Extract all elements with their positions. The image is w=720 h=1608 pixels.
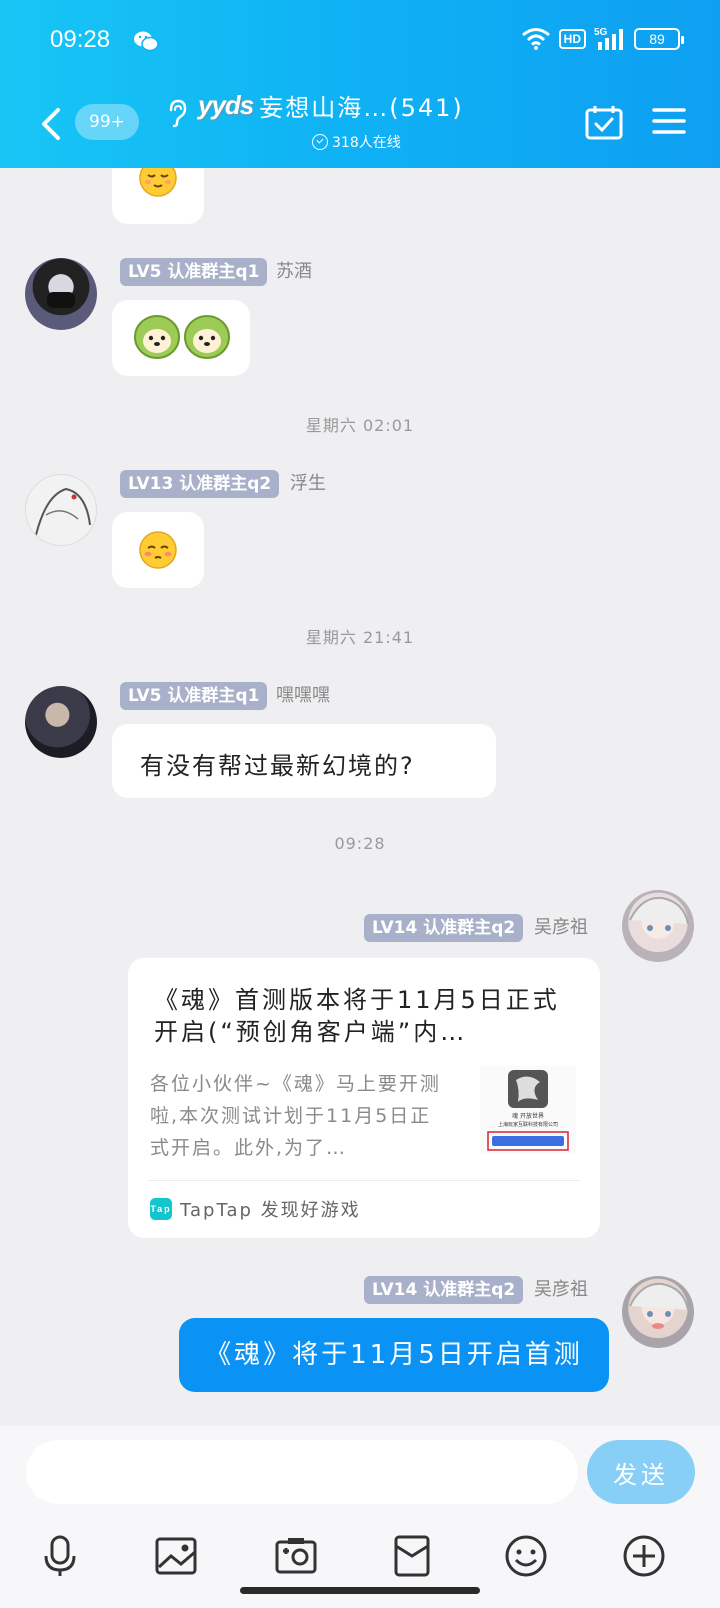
plus-icon[interactable]	[622, 1534, 666, 1578]
level-badge: LV5 认准群主q1	[120, 258, 268, 286]
avatar[interactable]	[25, 686, 97, 758]
card-source: Tap TapTap 发现好游戏	[150, 1196, 361, 1222]
ear-icon[interactable]	[165, 98, 189, 128]
card-divider	[148, 1180, 580, 1181]
back-button[interactable]	[36, 104, 66, 144]
anime-character-icon	[629, 896, 689, 931]
signal-5g-icon: 5G	[594, 27, 623, 50]
cabbage-dog-sticker-icon	[134, 315, 230, 359]
message-bubble[interactable]	[112, 512, 204, 588]
image-icon[interactable]	[154, 1534, 198, 1578]
calendar-button[interactable]	[585, 104, 623, 140]
level-badge: LV13 认准群主q2	[120, 470, 280, 498]
level-badge: LV14 认准群主q2	[364, 1276, 524, 1304]
message-text: 有没有帮过最新幻境的?	[140, 752, 415, 780]
card-source-label: TapTap 发现好游戏	[180, 1200, 361, 1221]
group-title: 妄想山海…(541)	[259, 94, 464, 122]
message-bubble-self[interactable]: 《魂》将于11月5日开启首测	[179, 1318, 609, 1392]
message-input[interactable]	[26, 1440, 578, 1504]
card-thumbnail: 魂 开放世界 上海玩家互联科技有限公司	[480, 1066, 576, 1154]
sender-nickname[interactable]: 吴彦祖	[534, 1276, 588, 1304]
sketch-character-icon	[35, 487, 91, 536]
time-separator: 星期六 21:41	[305, 628, 415, 647]
level-badge: LV5 认准群主q1	[120, 682, 268, 710]
sender-nickname[interactable]: 嘿嘿嘿	[276, 682, 330, 710]
home-indicator[interactable]	[240, 1587, 480, 1594]
hd-badge: HD	[558, 29, 586, 49]
anime-character-icon	[629, 1282, 689, 1329]
svg-text:上海玩家互联科技有限公司: 上海玩家互联科技有限公司	[498, 1121, 558, 1128]
sender-nickname[interactable]: 浮生	[290, 470, 326, 498]
taptap-share-card[interactable]: 《魂》首测版本将于11月5日正式开启(“预创角客户端”内… 各位小伙伴~《魂》马…	[128, 958, 600, 1238]
avatar[interactable]	[25, 474, 97, 546]
card-description: 各位小伙伴~《魂》马上要开测啦,本次测试计划于11月5日正式开启。此外,为了…	[150, 1073, 441, 1159]
shy-emoji-icon	[139, 531, 177, 569]
send-button[interactable]: 发送	[587, 1440, 695, 1504]
sender-nickname[interactable]: 吴彦祖	[534, 914, 588, 942]
avatar[interactable]	[622, 1276, 694, 1348]
emoji-icon[interactable]	[504, 1534, 548, 1578]
message-bubble[interactable]: 有没有帮过最新幻境的?	[112, 724, 496, 798]
unread-count-badge[interactable]: 99+	[75, 104, 139, 140]
red-packet-icon[interactable]	[390, 1534, 434, 1578]
yyds-logo: yyds	[198, 90, 254, 120]
input-panel: 发送	[0, 1426, 720, 1608]
status-icons: HD 5G 89	[521, 26, 684, 52]
level-badge: LV14 认准群主q2	[364, 914, 524, 942]
sleepy-emoji-icon	[139, 168, 177, 197]
status-bar: 09:28 HD 5G 89	[0, 0, 720, 80]
status-time: 09:28	[50, 26, 111, 53]
menu-button[interactable]	[652, 106, 686, 136]
online-count-label: 318人在线	[332, 135, 401, 151]
wifi-icon	[521, 28, 550, 50]
group-title-area[interactable]: yyds 妄想山海…(541)	[198, 88, 528, 123]
online-count: 318人在线	[312, 132, 401, 152]
avatar[interactable]	[25, 258, 97, 330]
avatar[interactable]	[622, 890, 694, 962]
chat-header: 09:28 HD 5G 89 99+ yyds 妄想山海…(541) 318人在…	[0, 0, 720, 168]
battery-indicator: 89	[634, 28, 684, 50]
camera-icon[interactable]	[274, 1534, 318, 1578]
masked-person-icon	[47, 292, 75, 308]
time-separator: 09:28	[334, 834, 386, 853]
online-check-icon	[312, 134, 328, 150]
card-title: 《魂》首测版本将于11月5日正式开启(“预创角客户端”内…	[154, 986, 560, 1046]
svg-text:魂 开放世界: 魂 开放世界	[512, 1112, 544, 1120]
game-logo-icon: 魂 开放世界 上海玩家互联科技有限公司	[487, 1070, 569, 1151]
taptap-logo-icon: Tap	[150, 1198, 172, 1220]
sender-nickname[interactable]: 苏酒	[276, 258, 312, 286]
message-list[interactable]: LV5 认准群主q1 苏酒 星期六 02:01 LV13 认准群主q2 浮生 星…	[0, 168, 720, 1426]
time-separator: 星期六 02:01	[305, 416, 415, 435]
message-bubble[interactable]	[112, 300, 250, 376]
svg-text:5G: 5G	[594, 27, 608, 38]
wechat-icon	[134, 31, 159, 52]
microphone-icon[interactable]	[38, 1534, 82, 1578]
message-bubble[interactable]	[112, 168, 204, 224]
